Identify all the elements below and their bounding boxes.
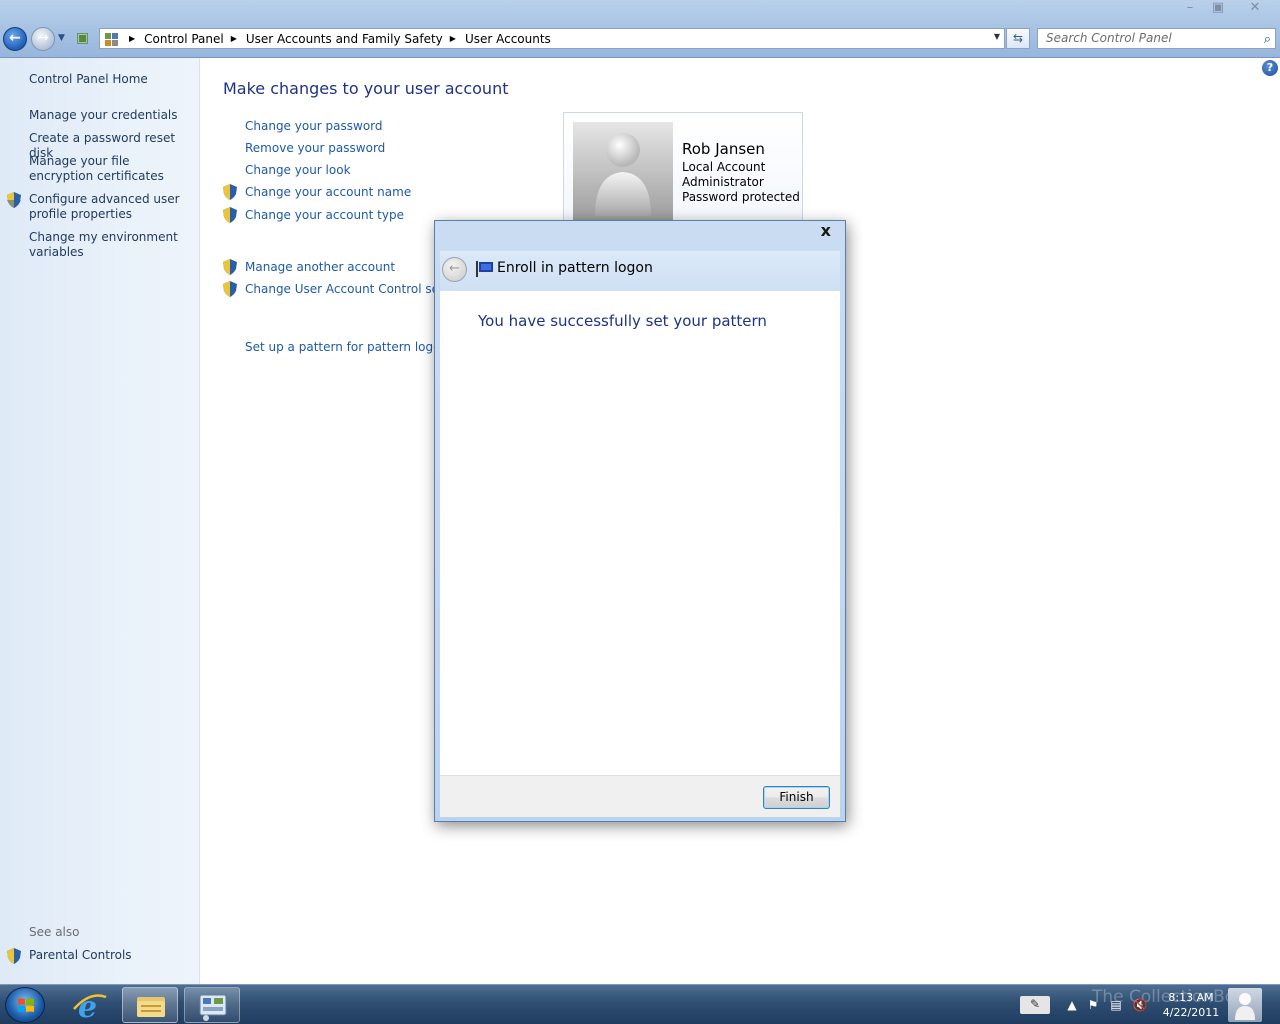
left-nav-pane: Control Panel Home Manage your credentia… [0,58,200,984]
uac-shield-icon [223,281,237,297]
internet-explorer-icon: e [73,990,107,1024]
folder-icon [137,997,165,1017]
user-name: Rob Jansen [682,140,765,158]
link-remove-password[interactable]: Remove your password [245,141,385,155]
volume-muted-icon[interactable]: 🔇 [1132,997,1148,1013]
success-message: You have successfully set your pattern [478,312,767,330]
search-icon[interactable]: ⌕ [1264,30,1271,49]
nav-manage-encryption-certificates[interactable]: Manage your file encryption certificates [29,154,189,184]
clock-date: 4/22/2011 [1162,1006,1220,1019]
uac-shield-icon [7,192,21,208]
pen-input-icon[interactable]: ✎ [1020,996,1050,1014]
breadcrumb-control-panel[interactable]: Control Panel [144,32,224,46]
pattern-logon-app-icon [476,261,493,277]
taskbar-control-panel[interactable] [184,987,240,1023]
address-history-dropdown-icon[interactable]: ▼ [994,32,1000,41]
user-account-card: Rob Jansen Local Account Administrator P… [563,112,803,224]
windows-logo-icon [18,998,34,1012]
taskbar-windows-explorer[interactable] [122,987,178,1023]
uac-shield-icon [7,948,21,964]
uac-shield-icon [223,207,237,223]
recent-pages-dropdown[interactable]: ▼ [58,33,65,43]
nav-change-environment-variables[interactable]: Change my environment variables [29,230,189,260]
finish-button[interactable]: Finish [763,786,830,809]
maximize-button[interactable]: ▣ [1204,0,1232,18]
refresh-icon: ⇆ [1012,31,1024,45]
system-clock[interactable]: 8:13 AM 4/22/2011 [1160,990,1222,1020]
show-hidden-icons-icon[interactable]: ▲ [1064,997,1080,1013]
breadcrumb-user-accounts[interactable]: User Accounts [465,32,551,46]
folder-up-icon[interactable]: ▣ [76,30,92,46]
forward-button[interactable]: → [31,27,55,51]
address-bar[interactable]: ▶ Control Panel ▶ User Accounts and Fami… [99,28,1005,49]
link-change-uac-settings[interactable]: Change User Account Control settin [245,282,459,296]
control-panel-icon [199,994,227,1021]
breadcrumb-user-accounts-family-safety[interactable]: User Accounts and Family Safety [246,32,443,46]
link-change-account-name[interactable]: Change your account name [245,185,411,199]
clock-time: 8:13 AM [1168,991,1214,1004]
user-password-status: Password protected [682,190,800,204]
user-role: Administrator [682,175,764,189]
action-center-flag-icon[interactable]: ⚑ [1085,997,1101,1013]
chevron-down-icon: ▼ [58,33,65,43]
close-window-button[interactable]: ✕ [1241,0,1269,18]
nav-manage-credentials[interactable]: Manage your credentials [29,108,189,123]
network-icon[interactable]: ▤ [1108,997,1124,1013]
page-title: Make changes to your user account [223,79,509,98]
dialog-header: ← Enroll in pattern logon [440,251,840,291]
dialog-body: You have successfully set your pattern [440,291,840,775]
user-silhouette-icon [1235,993,1255,1020]
avatar[interactable] [573,122,673,222]
window-chrome: – ▣ ✕ ← → ▼ ▣ ▶ Control Panel ▶ User Acc… [0,0,1280,58]
enroll-pattern-dialog: x ← Enroll in pattern logon You have suc… [434,220,846,822]
link-change-look[interactable]: Change your look [245,163,351,177]
help-button[interactable]: ? [1262,60,1278,76]
help-icon: ? [1266,61,1274,74]
uac-shield-icon [223,184,237,200]
nav-control-panel-home[interactable]: Control Panel Home [29,72,189,87]
uac-shield-icon [223,259,237,275]
refresh-button[interactable]: ⇆ [1006,28,1030,49]
nav-configure-advanced-profile[interactable]: Configure advanced user profile properti… [29,192,189,222]
dialog-back-button[interactable]: ← [442,257,467,282]
start-button[interactable] [5,987,45,1023]
user-tile-button[interactable] [1228,988,1262,1022]
breadcrumb-separator-icon[interactable]: ▶ [231,34,237,43]
user-account-type: Local Account [682,160,766,174]
dialog-title: Enroll in pattern logon [497,260,653,276]
dialog-close-button[interactable]: x [821,221,831,240]
forward-arrow-icon: → [37,30,49,46]
link-setup-pattern-logon[interactable]: Set up a pattern for pattern logon [245,340,448,354]
see-also-heading: See also [29,925,80,939]
link-manage-another-account[interactable]: Manage another account [245,260,395,274]
link-change-password[interactable]: Change your password [245,119,383,133]
search-input[interactable]: Search Control Panel ⌕ [1037,28,1276,49]
search-placeholder: Search Control Panel [1046,31,1172,45]
breadcrumb-separator-icon[interactable]: ▶ [129,34,135,43]
minimize-button[interactable]: – [1176,0,1204,18]
taskbar: e The CollectionBook ✎ ▲ ⚑ ▤ 🔇 8:13 AM 4… [0,984,1280,1024]
nav-parental-controls[interactable]: Parental Controls [29,948,189,963]
back-button[interactable]: ← [3,27,27,51]
back-arrow-icon: ← [449,261,460,276]
control-panel-icon [102,29,122,48]
user-silhouette-icon [595,133,651,216]
taskbar-internet-explorer[interactable]: e [62,987,118,1024]
link-change-account-type[interactable]: Change your account type [245,208,404,222]
breadcrumb-separator-icon[interactable]: ▶ [450,34,456,43]
dialog-footer: Finish [440,775,840,817]
back-arrow-icon: ← [9,30,21,46]
